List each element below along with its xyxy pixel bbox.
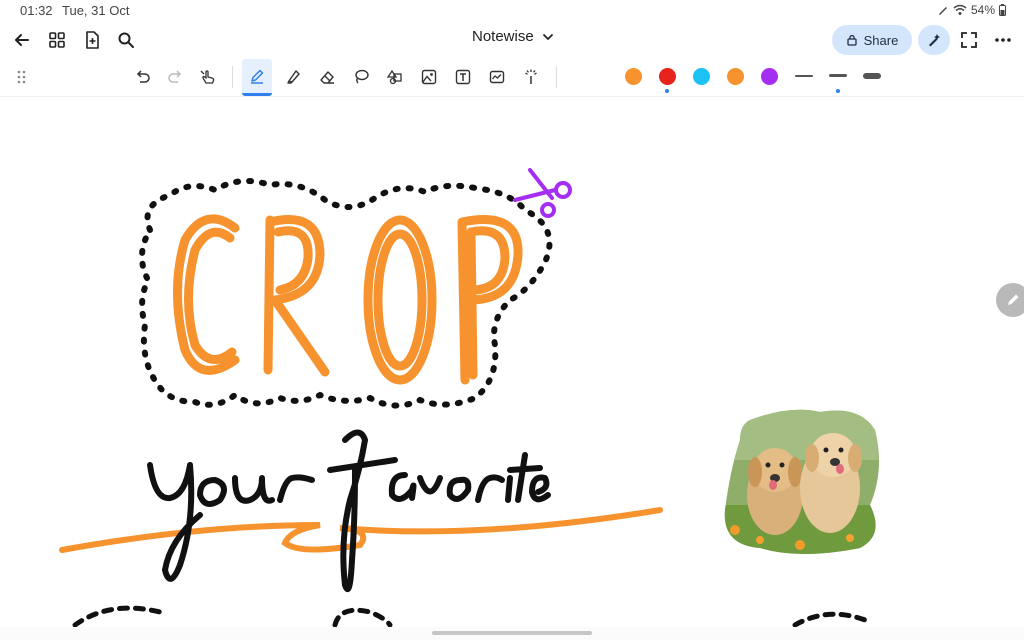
fullscreen-button[interactable] [955,26,983,54]
image-icon [421,69,437,85]
search-icon [118,32,134,48]
drag-handle-icon [17,70,26,84]
undo-icon [136,70,150,83]
page-grid-button[interactable] [43,26,71,54]
laser-pointer-icon [525,69,537,84]
floating-pen-button[interactable] [996,283,1024,317]
status-bar: 01:32 Tue, 31 Oct ​ 54% [0,0,1024,22]
toolbar-drag-handle[interactable] [7,62,37,92]
notebook-title-dropdown[interactable]: Notewise [472,28,554,45]
note-canvas[interactable] [0,97,1024,628]
add-page-icon [86,31,99,49]
partial-dashed-shape [332,607,393,628]
stylus-icon [938,7,947,15]
toolbar-divider [232,66,233,88]
shapes-icon [386,69,402,85]
undo-button[interactable] [128,62,158,92]
shapes-tool[interactable] [380,62,410,92]
battery-percent: 54% [970,3,995,17]
highlighter-tool[interactable] [278,62,308,92]
redo-button[interactable] [160,62,190,92]
share-button[interactable]: Share [832,25,912,55]
color-swatch-orange[interactable] [625,68,642,85]
puppies-photo[interactable] [715,400,895,565]
color-swatch-purple[interactable] [761,68,778,85]
highlighter-icon [287,70,300,84]
chevron-down-icon [542,33,553,40]
notebook-title: Notewise [472,28,534,45]
add-page-button[interactable] [78,26,106,54]
color-swatch-cyan[interactable] [693,68,710,85]
lock-icon [846,34,857,46]
touch-draw-toggle[interactable] [193,62,223,92]
redo-icon [168,70,182,83]
pen-mode-button[interactable] [918,25,950,55]
text-box-icon [455,69,471,85]
lasso-tool[interactable] [346,62,376,92]
wifi-icon [953,4,967,15]
pen-tool[interactable] [242,59,272,96]
search-button[interactable] [112,26,140,54]
status-right: 54% [937,3,1006,17]
color-swatch-orange-2[interactable] [727,68,744,85]
color-swatch-red[interactable] [659,68,676,85]
laser-pointer-tool[interactable] [516,62,546,92]
top-bar: Notewise Share [0,22,1024,58]
sticker-icon [489,70,505,84]
pencil-icon [1008,294,1019,305]
back-button[interactable] [8,26,36,54]
script-lettering [147,429,551,593]
orange-swoosh-stroke [59,507,663,553]
gesture-home-bar[interactable] [432,631,592,635]
lasso-icon [355,69,369,84]
fullscreen-icon [961,32,977,48]
battery-icon [999,4,1006,16]
pen-icon [251,69,264,84]
more-horizontal-icon [995,38,1011,42]
selected-color-indicator [665,89,669,93]
stroke-width-medium[interactable] [829,74,847,77]
share-label: Share [863,32,899,48]
image-tool[interactable] [414,62,444,92]
sticker-tool[interactable] [482,62,512,92]
stroke-width-thick[interactable] [863,73,881,79]
pen-sparkle-icon [929,34,940,47]
partial-dashed-shape [72,605,163,628]
arrow-left-icon [15,34,29,46]
crop-lettering [173,214,523,385]
partial-dashed-shape [792,611,873,628]
status-time: 01:32 [20,3,53,18]
eraser-tool[interactable] [312,62,342,92]
drawing-toolbar [0,58,1024,97]
touch-draw-icon [200,70,215,84]
canvas-drawing [59,168,895,628]
grid-icon [49,32,65,48]
toolbar-divider [556,66,557,88]
stroke-width-thin[interactable] [795,75,813,77]
eraser-icon [320,71,334,84]
selected-stroke-indicator [836,89,840,93]
more-options-button[interactable] [989,26,1017,54]
status-date: Tue, 31 Oct [62,3,130,18]
text-tool[interactable] [448,62,478,92]
